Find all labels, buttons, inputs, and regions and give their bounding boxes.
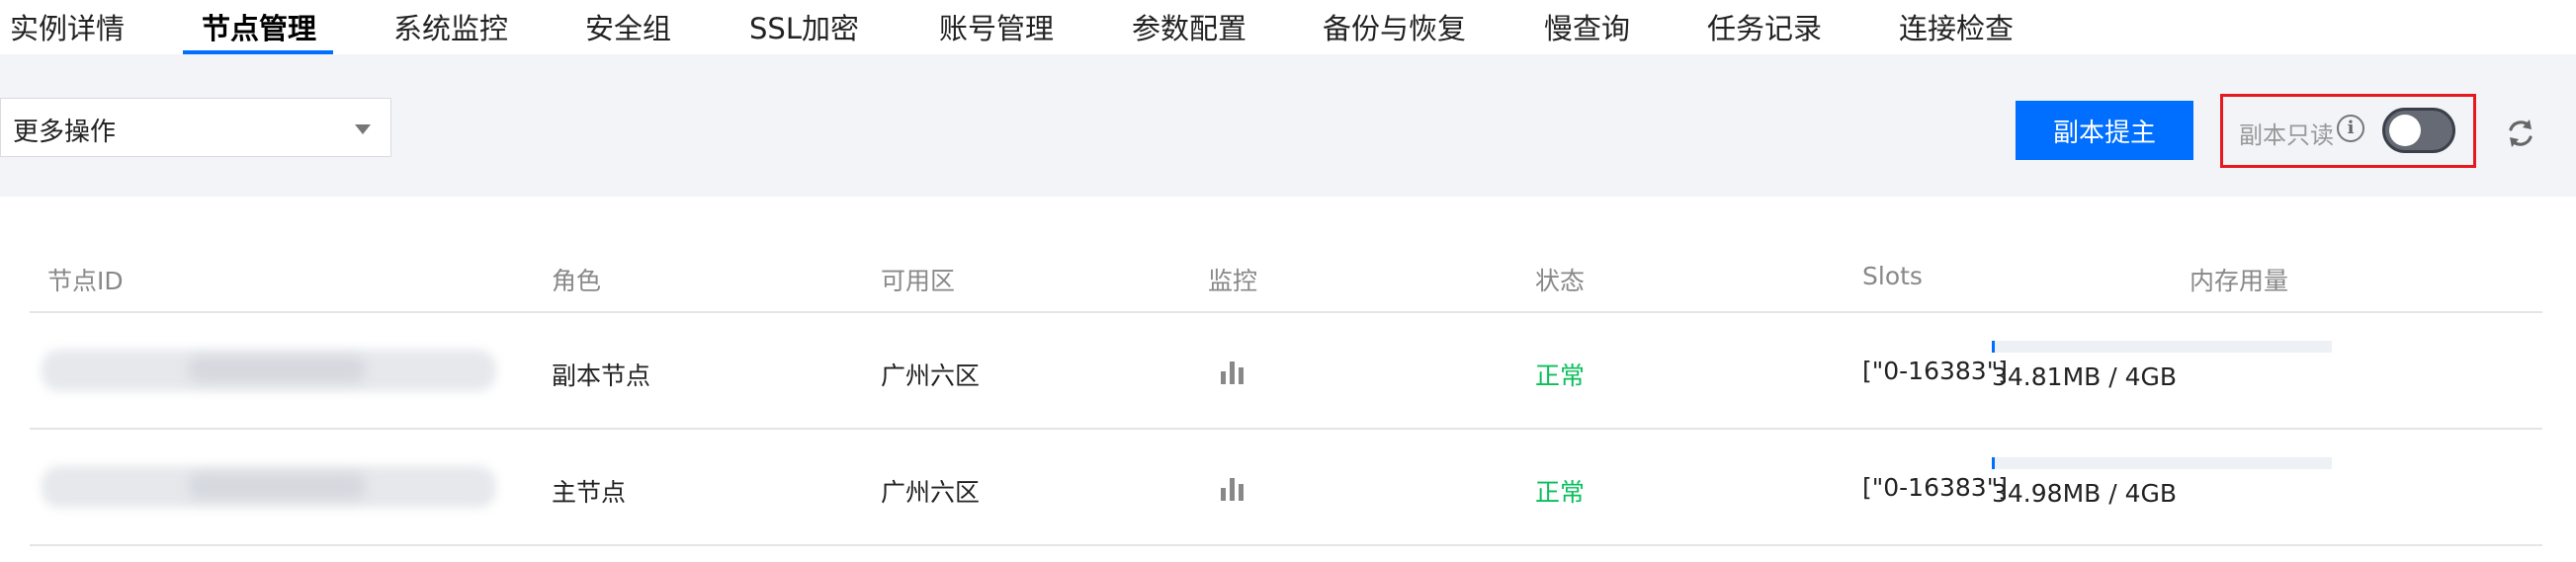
tab-instance-details[interactable]: 实例详情 (10, 6, 125, 47)
tab-node-management[interactable]: 节点管理 (202, 6, 316, 47)
tab-task-records[interactable]: 任务记录 (1707, 6, 1822, 47)
table-row: 副本节点 广州六区 正常 ["0-16383"] 34.81MB / 4GB (30, 313, 2542, 430)
bar-chart-icon[interactable] (1216, 473, 1249, 503)
promote-replica-label: 副本提主 (2052, 118, 2156, 148)
tab-account-management[interactable]: 账号管理 (939, 6, 1054, 47)
tab-backup-restore[interactable]: 备份与恢复 (1323, 6, 1466, 47)
info-icon[interactable]: i (2337, 115, 2364, 142)
cell-slots: ["0-16383"] (1862, 473, 2008, 502)
cell-zone: 广州六区 (881, 361, 981, 390)
cell-memory: 34.81MB / 4GB (1992, 362, 2178, 391)
memory-usage-fill (1992, 457, 1995, 469)
replica-readonly-label: 副本只读 (2239, 121, 2334, 149)
cell-role: 主节点 (552, 478, 627, 507)
replica-readonly-toggle[interactable] (2382, 108, 2455, 153)
toolbar: 更多操作 副本提主 副本只读 i (0, 54, 2576, 197)
more-actions-select[interactable]: 更多操作 (0, 98, 391, 157)
tab-ssl-encryption[interactable]: SSL加密 (749, 6, 859, 47)
cell-memory: 34.98MB / 4GB (1992, 479, 2178, 508)
bar-chart-icon[interactable] (1216, 357, 1249, 386)
caret-down-icon (355, 124, 371, 134)
cell-role: 副本节点 (552, 361, 651, 390)
header-status: 状态 (1535, 267, 1586, 295)
promote-replica-button[interactable]: 副本提主 (2016, 101, 2193, 160)
header-monitor: 监控 (1208, 267, 1258, 295)
cell-status: 正常 (1535, 478, 1586, 507)
tab-bar: 实例详情 节点管理 系统监控 安全组 SSL加密 账号管理 参数配置 备份与恢复… (0, 0, 2576, 54)
table-row: 主节点 广州六区 正常 ["0-16383"] 34.98MB / 4GB (30, 430, 2542, 546)
memory-usage-bar (1992, 341, 2332, 353)
replica-readonly-highlight: 副本只读 i (2220, 94, 2476, 168)
redacted-node-id-detail (188, 473, 366, 499)
cell-zone: 广州六区 (881, 478, 981, 507)
header-role: 角色 (552, 267, 602, 295)
header-node-id: 节点ID (47, 267, 124, 295)
redacted-node-id-detail (188, 357, 366, 382)
tab-parameter-config[interactable]: 参数配置 (1132, 6, 1246, 47)
tab-system-monitoring[interactable]: 系统监控 (393, 6, 508, 47)
tab-connection-check[interactable]: 连接检查 (1899, 6, 2014, 47)
refresh-icon[interactable] (2501, 114, 2540, 153)
toggle-knob (2389, 115, 2421, 146)
memory-usage-bar (1992, 457, 2332, 469)
tab-security-group[interactable]: 安全组 (585, 6, 671, 47)
tab-slow-query[interactable]: 慢查询 (1544, 6, 1630, 47)
header-slots: Slots (1862, 262, 1923, 290)
more-actions-label: 更多操作 (13, 118, 117, 147)
header-zone: 可用区 (881, 267, 956, 295)
memory-usage-fill (1992, 341, 1995, 353)
table-header: 节点ID 角色 可用区 监控 状态 Slots 内存用量 (30, 242, 2542, 313)
header-memory: 内存用量 (2190, 267, 2289, 295)
cell-status: 正常 (1535, 361, 1586, 390)
cell-slots: ["0-16383"] (1862, 357, 2008, 385)
